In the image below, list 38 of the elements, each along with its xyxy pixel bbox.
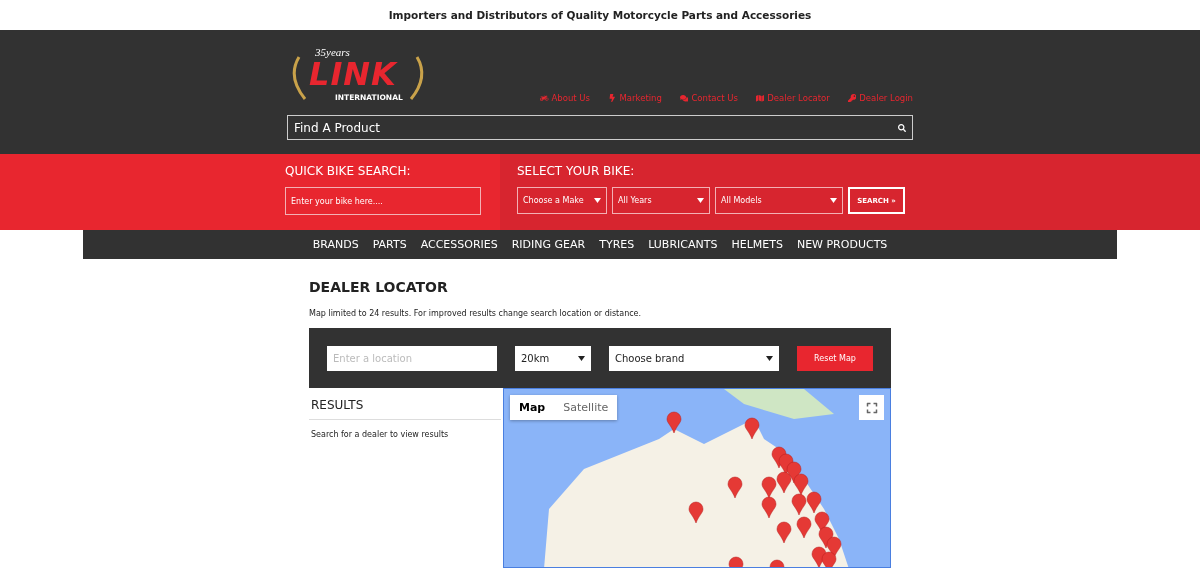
bike-search-field[interactable]: Enter your bike here.... xyxy=(285,187,481,215)
bolt-icon xyxy=(608,93,617,103)
notice-text: Map limited to 24 results. For improved results change search location or distance. xyxy=(309,309,643,318)
nav-link[interactable]: HELMETS xyxy=(731,238,783,251)
top-banner-text: Importers and Distributors of Quality Motorcycle Parts and Accessories xyxy=(387,8,813,23)
map-icon xyxy=(755,93,765,103)
caret-icon xyxy=(830,198,837,203)
bike-dropdown[interactable]: All Models xyxy=(715,187,843,214)
nav-link[interactable]: BRANDS xyxy=(312,238,359,251)
reset-map-button[interactable]: Reset Map xyxy=(797,345,873,371)
bike-dropdown[interactable]: Choose a Make xyxy=(517,187,607,214)
brand-dropdown[interactable]: Choose brand xyxy=(609,345,779,371)
caret-icon xyxy=(578,355,585,361)
caret-icon xyxy=(697,198,704,203)
product-search-field[interactable]: Find A Product xyxy=(287,115,913,140)
search-icon xyxy=(898,123,906,132)
page-title: DEALER LOCATOR xyxy=(309,279,449,295)
key-icon xyxy=(847,93,857,103)
nav-link[interactable]: TYRES xyxy=(599,238,635,251)
bike-dropdown[interactable]: All Years xyxy=(612,187,710,214)
fullscreen-icon xyxy=(865,401,878,414)
quick-search-title: QUICK BIKE SEARCH: xyxy=(285,164,412,178)
caret-icon xyxy=(594,198,601,203)
fullscreen-button[interactable] xyxy=(859,395,884,420)
nav-link[interactable]: NEW PRODUCTS xyxy=(796,238,888,251)
nav-link[interactable]: RIDING GEAR xyxy=(511,238,586,251)
nav-link[interactable]: PARTS xyxy=(372,238,407,251)
map-type-tab[interactable]: Satellite xyxy=(554,395,618,420)
map-type-tab[interactable]: Map xyxy=(510,395,555,420)
select-bike-title: SELECT YOUR BIKE: xyxy=(517,164,636,178)
nav-link[interactable]: ACCESSORIES xyxy=(420,238,498,251)
chat-icon xyxy=(679,93,689,103)
distance-dropdown[interactable]: 20km xyxy=(515,345,591,371)
caret-icon xyxy=(766,355,773,361)
results-title: RESULTS xyxy=(309,388,501,420)
results-message: Search for a dealer to view results xyxy=(310,429,450,441)
motorcycle-icon xyxy=(540,93,549,103)
nav-link[interactable]: LUBRICANTS xyxy=(648,238,718,251)
